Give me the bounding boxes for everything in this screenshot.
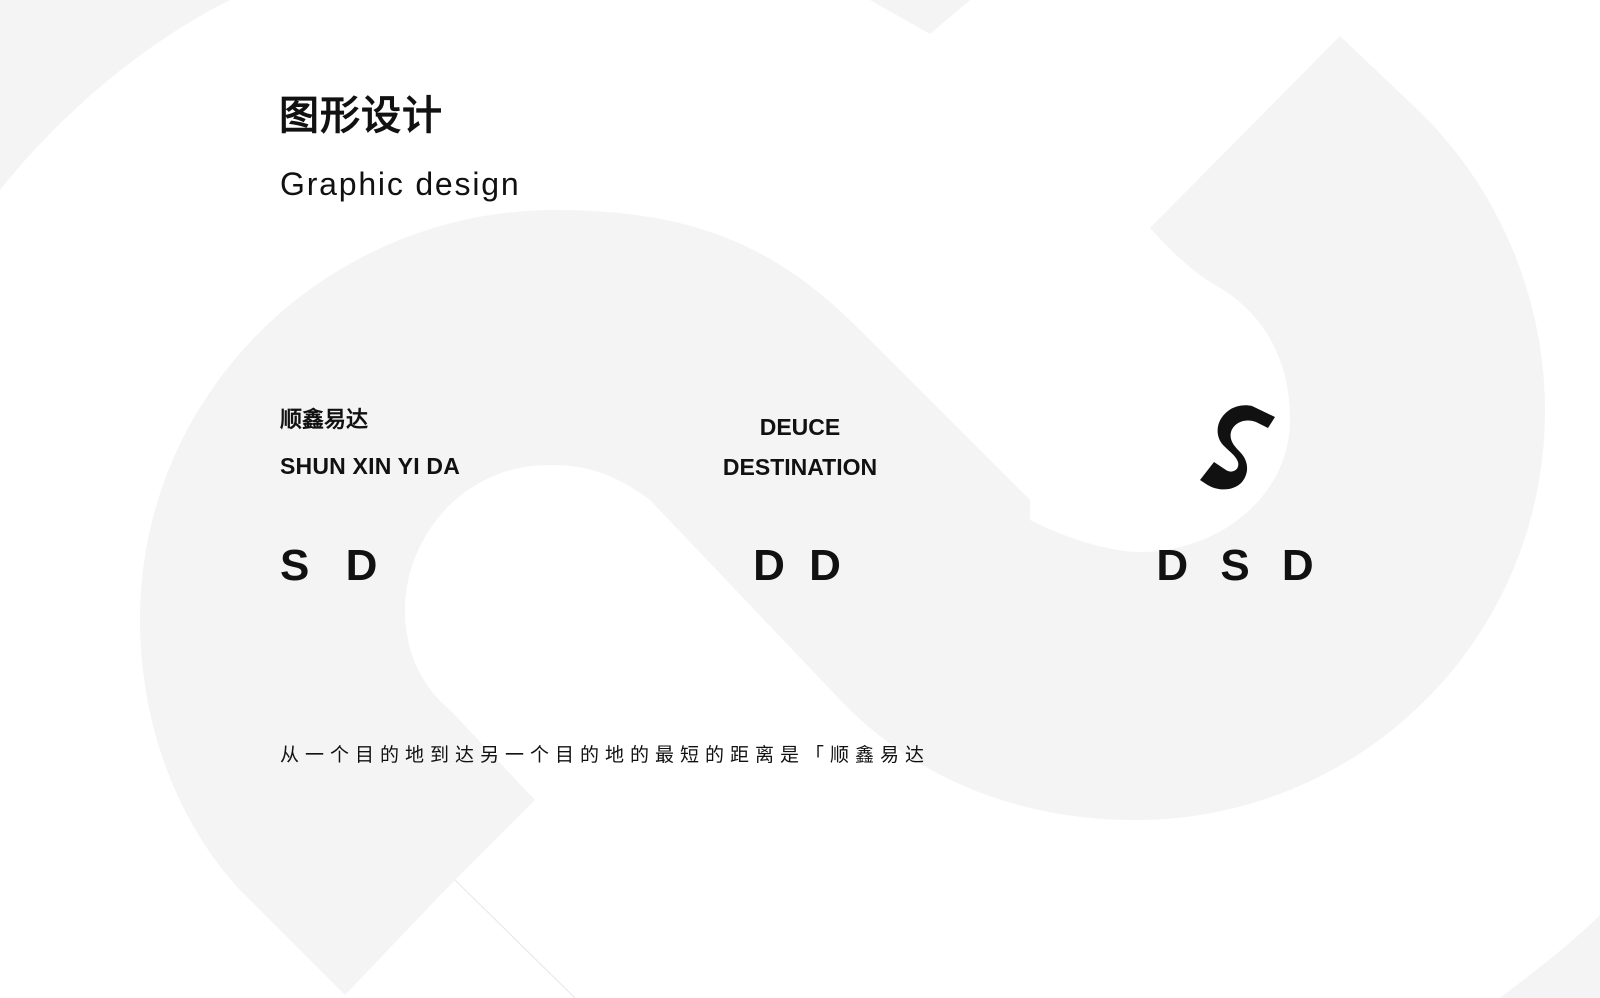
section-title-cn: 图形设计 (279, 93, 443, 139)
abbreviation-sd: S D (280, 541, 390, 590)
abbreviation-dsd: D S D (1156, 541, 1324, 590)
abbreviation-dd: D D (753, 541, 847, 590)
brand-name-en: SHUN XIN YI DA (280, 453, 461, 479)
s-logo-icon (1200, 405, 1275, 490)
page-content: 图形设计 Graphic design 顺鑫易达 SHUN XIN YI DA … (0, 0, 1600, 998)
deuce-label: DEUCE (759, 414, 841, 440)
section-title-en: Graphic design (280, 166, 521, 202)
destination-label: DESTINATION (722, 454, 878, 480)
slogan-text: 从一个目的地到达另一个目的地的最短的距离是「顺鑫易达 (280, 744, 931, 766)
brand-name-cn: 顺鑫易达 (280, 408, 369, 433)
